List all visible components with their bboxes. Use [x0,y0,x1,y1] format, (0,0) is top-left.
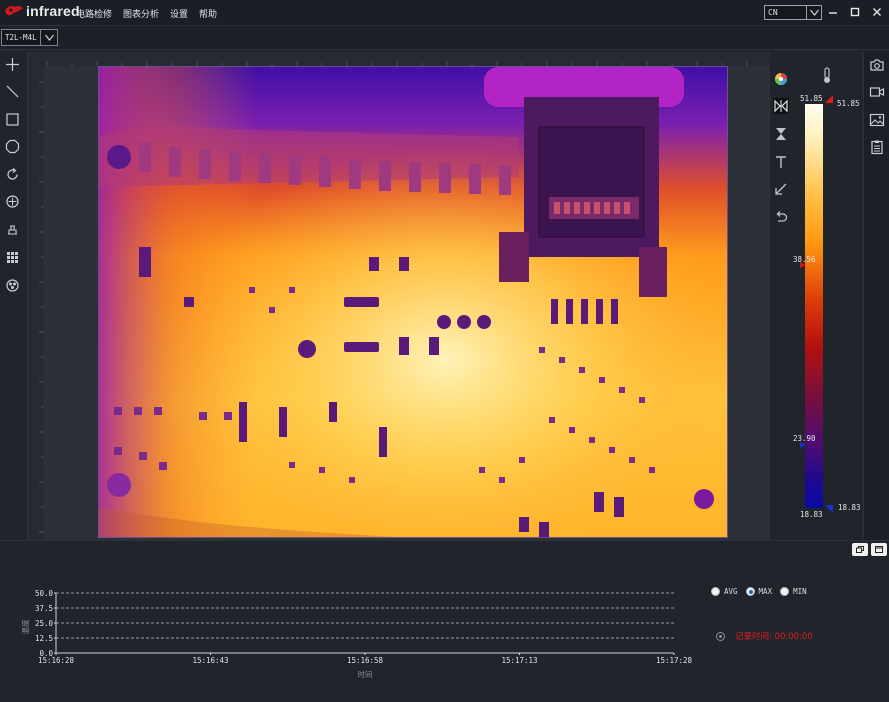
maximize-icon[interactable] [849,6,861,18]
device-select[interactable]: T2L-M4L [1,29,58,46]
undo-icon[interactable] [773,209,789,225]
color-palette-icon[interactable] [773,71,789,87]
menu-bar: 电路检修 图表分析 设置 帮助 [76,7,217,20]
radio-label: MAX [758,587,773,596]
text-icon[interactable] [773,154,789,170]
clipboard-icon[interactable] [869,139,885,155]
menu-item-circuit[interactable]: 电路检修 [76,7,112,20]
stamp-icon[interactable] [5,222,20,237]
language-select[interactable]: CN [764,5,822,20]
title-bar: infrared 电路检修 图表分析 设置 帮助 CN [0,0,889,26]
radio-button[interactable] [745,587,755,596]
menu-item-help[interactable]: 帮助 [199,7,217,20]
right-toolbar [863,52,889,540]
polygon-icon[interactable] [5,139,20,154]
minimize-icon[interactable] [827,6,839,18]
logo-text: infrared [26,3,80,19]
app-window: infrared 电路检修 图表分析 设置 帮助 CN T2L-M4L 51.8… [0,0,889,702]
image-icon[interactable] [869,112,885,128]
radio-button[interactable] [780,587,790,596]
filter-icon[interactable] [5,278,20,293]
maximize-icon [875,546,883,553]
thermal-image[interactable] [98,66,728,538]
grid-icon[interactable] [5,250,20,265]
stat-radio-group: AVG MAX MIN [711,587,807,596]
restore-icon [856,546,864,553]
menu-item-chart[interactable]: 图表分析 [123,7,159,20]
camera-icon[interactable] [869,57,885,73]
chevron-down-icon[interactable] [40,30,57,45]
logo-icon [5,5,23,16]
rectangle-icon[interactable] [5,112,20,127]
vertical-ruler [27,52,45,540]
lower-marker-icon[interactable] [800,442,806,448]
record-time: 记录时间: 00:00:00 [735,632,813,642]
radio-min[interactable]: MIN [780,587,807,596]
arrow-icon[interactable] [773,181,789,197]
x-tick-label: 15:17:13 [501,656,537,665]
x-tick-label: 15:16:43 [192,656,228,665]
logo: infrared [4,3,80,19]
y-tick-label: 50.0 [35,589,54,598]
min-marker-icon[interactable] [825,505,833,513]
device-value: T2L-M4L [5,33,37,42]
colorbar-max-label: 51.85 [800,94,823,103]
language-value: CN [768,8,778,17]
radio-max[interactable]: MAX [745,587,773,596]
colorbar[interactable] [805,104,823,508]
y-axis-label: 温度 [20,619,30,634]
temperature-chart[interactable]: 50.037.525.012.50.0 15:16:28 15:16:43 15:1… [0,585,700,690]
left-toolbar [0,52,26,540]
menu-item-settings[interactable]: 设置 [170,7,188,20]
max-marker-icon[interactable] [825,95,833,103]
close-icon[interactable] [871,6,883,18]
y-tick-label: 37.5 [35,604,53,613]
radio-button[interactable] [711,587,720,596]
y-tick-label: 12.5 [35,634,53,643]
split-icon[interactable] [773,98,789,114]
radio-label: MIN [793,587,807,596]
mid-marker-icon[interactable] [800,262,806,268]
chevron-down-icon[interactable] [806,6,821,19]
record-status: 记录时间: 00:00:00 [716,630,813,642]
maximize-panel-button[interactable] [871,543,887,556]
line-icon[interactable] [5,84,20,99]
record-icon[interactable] [716,631,725,641]
rotate-icon[interactable] [5,167,20,182]
colorbar-min-marker-label: 18.83 [838,503,861,512]
restore-button[interactable] [852,543,868,556]
radio-avg[interactable]: AVG [711,587,738,596]
colorbar-min-label: 18.83 [800,510,823,519]
crosshair-icon[interactable] [5,57,20,72]
x-axis-label: 时间 [358,669,373,679]
y-tick-label: 25.0 [35,619,54,628]
thermometer-icon[interactable] [820,66,834,84]
colorbar-max-marker-label: 51.85 [837,99,860,108]
target-icon[interactable] [5,194,20,209]
x-tick-label: 15:16:58 [347,656,384,665]
x-tick-label: 15:17:28 [656,656,693,665]
video-icon[interactable] [869,84,885,100]
radio-label: AVG [724,587,738,596]
device-bar: T2L-M4L [0,26,889,50]
horizontal-ruler [27,52,770,67]
x-tick-label: 15:16:28 [38,656,75,665]
palette-toolbar [770,66,792,236]
hourglass-icon[interactable] [773,126,789,142]
